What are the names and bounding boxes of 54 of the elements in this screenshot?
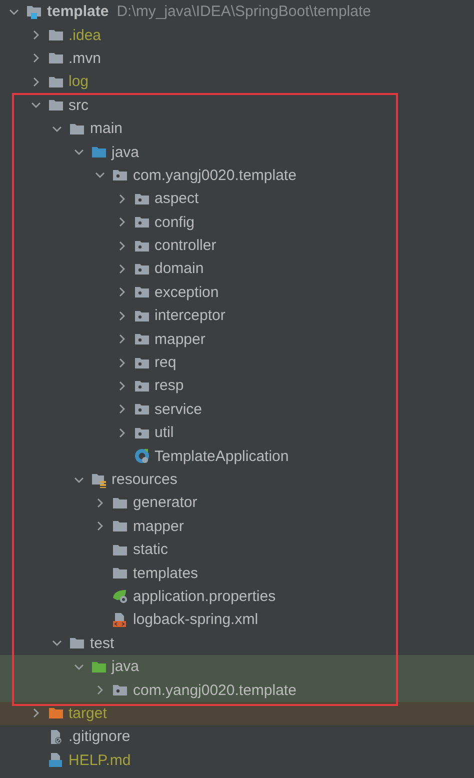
package-folder-icon bbox=[134, 284, 150, 300]
tree-item-label[interactable]: generator bbox=[133, 493, 198, 512]
tree-item-label[interactable]: exception bbox=[154, 282, 219, 302]
project-path: D:\my_java\IDEA\SpringBoot\template bbox=[116, 3, 371, 20]
xml-file-icon bbox=[112, 612, 128, 628]
tree-item-label[interactable]: com.yangj0020.template bbox=[133, 166, 296, 185]
tree-item-label[interactable]: resp bbox=[154, 376, 184, 396]
tree-item-label[interactable]: util bbox=[154, 423, 174, 442]
tree-item-label[interactable]: java bbox=[112, 142, 140, 162]
tree-item-label[interactable]: TemplateApplication bbox=[154, 446, 289, 466]
tree-item-label[interactable]: HELP.md bbox=[68, 750, 131, 770]
class-icon bbox=[134, 448, 150, 464]
source-folder-icon bbox=[90, 144, 106, 160]
tree-item-label[interactable]: aspect bbox=[154, 189, 199, 208]
tree-item-label[interactable]: .mvn bbox=[68, 48, 102, 68]
folder-icon bbox=[48, 705, 64, 722]
tree-item-label[interactable]: main bbox=[90, 119, 123, 138]
leaf-icon bbox=[112, 588, 128, 604]
tree-item-label[interactable]: .gitignore bbox=[68, 727, 130, 746]
tree-item-label[interactable]: logback-spring.xml bbox=[133, 610, 258, 630]
tree-item-label[interactable]: config bbox=[154, 212, 195, 232]
package-folder-icon bbox=[134, 401, 150, 418]
folder-icon bbox=[48, 27, 64, 44]
tree-item-label[interactable]: controller bbox=[154, 236, 216, 256]
folder-icon bbox=[69, 635, 85, 652]
tree-item-label[interactable]: req bbox=[154, 353, 176, 372]
tree-item-label[interactable]: domain bbox=[154, 259, 204, 278]
folder-icon bbox=[112, 565, 128, 582]
folder-icon bbox=[112, 518, 128, 534]
tree-item-label[interactable]: interceptor bbox=[154, 306, 226, 326]
tree-item-label[interactable]: com.yangj0020.template bbox=[133, 680, 296, 700]
folder-icon bbox=[48, 50, 64, 66]
package-folder-icon bbox=[134, 214, 150, 230]
resources-folder-icon bbox=[90, 472, 106, 488]
tree-item-label[interactable]: java bbox=[112, 657, 140, 676]
tree-item-label[interactable]: .idea bbox=[68, 26, 102, 45]
tree-item-label[interactable]: src bbox=[68, 96, 88, 115]
tree-item-label[interactable]: templates bbox=[133, 564, 198, 583]
tree-item-label[interactable]: static bbox=[133, 540, 168, 560]
tree-item-label[interactable]: template bbox=[47, 2, 109, 22]
package-folder-icon bbox=[112, 167, 128, 184]
tree-item-label[interactable]: target bbox=[68, 704, 107, 723]
tree-item-label[interactable]: mapper bbox=[154, 330, 206, 349]
module-folder-icon bbox=[26, 4, 42, 20]
file-icon bbox=[48, 752, 64, 768]
package-folder-icon bbox=[134, 331, 150, 348]
tree-item-label[interactable]: resources bbox=[112, 470, 178, 489]
tree-item-label[interactable]: log bbox=[68, 72, 89, 92]
tree-item-label[interactable]: test bbox=[90, 634, 114, 653]
tree-item-label[interactable]: service bbox=[154, 400, 202, 419]
package-folder-icon bbox=[112, 682, 128, 698]
tree-item-label[interactable]: mapper bbox=[133, 516, 184, 536]
folder-icon bbox=[48, 97, 64, 114]
tree-item-label[interactable]: application.properties bbox=[133, 586, 276, 606]
